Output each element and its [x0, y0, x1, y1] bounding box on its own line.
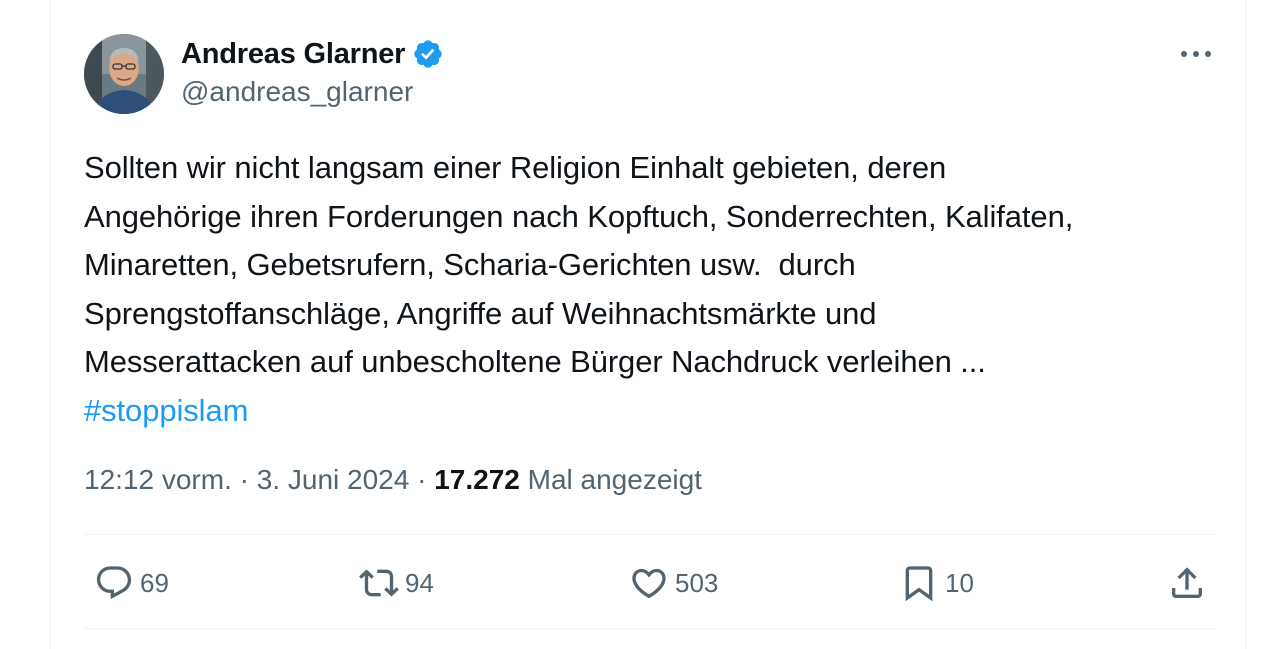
retweet-icon [359, 569, 399, 597]
tweet-text-line: Messerattacken auf unbescholtene Bürger … [84, 344, 986, 379]
share-button[interactable] [1167, 555, 1207, 611]
tweet-text: Sollten wir nicht langsam einer Religion… [84, 144, 1224, 435]
share-icon [1172, 567, 1202, 598]
tweet-meta: 12:12 vorm. · 3. Juni 2024 · 17.272 Mal … [84, 464, 702, 496]
hashtag-link[interactable]: #stoppislam [84, 387, 1224, 436]
view-count-label: Mal angezeigt [519, 464, 702, 495]
more-horizontal-icon [1181, 51, 1211, 57]
view-count: 17.272 [434, 464, 520, 495]
bookmark-count: 10 [945, 567, 974, 598]
divider-bottom [84, 628, 1215, 629]
author-handle[interactable]: @andreas_glarner [181, 76, 413, 108]
bookmark-icon [905, 566, 933, 602]
meta-separator: · [409, 464, 435, 495]
bookmark-button[interactable]: 10 [899, 555, 974, 611]
heart-icon [632, 568, 666, 599]
more-options-button[interactable] [1178, 38, 1214, 70]
tweet-text-line: Angehörige ihren Forderungen nach Kopftu… [84, 198, 1074, 234]
tweet-text-line: Sollten wir nicht langsam einer Religion… [84, 150, 947, 185]
author-display-name[interactable]: Andreas Glarner [181, 38, 405, 71]
avatar[interactable] [84, 34, 164, 114]
reply-count: 69 [140, 567, 169, 598]
meta-separator: · [231, 464, 257, 495]
tweet-text-line: Sprengstoffanschläge, Angriffe auf Weihn… [84, 295, 877, 331]
reply-button[interactable]: 69 [94, 555, 169, 611]
author-name-row: Andreas Glarner [181, 36, 444, 72]
verified-badge-icon[interactable] [412, 38, 444, 70]
tweet-text-line: Minaretten, Gebetsrufern, Scharia-Gerich… [84, 247, 856, 282]
like-count: 503 [675, 567, 719, 598]
tweet-time[interactable]: 12:12 vorm. [84, 464, 232, 495]
action-bar: 69 94 503 10 [84, 555, 1215, 611]
like-button[interactable]: 503 [629, 555, 718, 611]
tweet-date[interactable]: 3. Juni 2024 [257, 464, 410, 495]
tweet-card: Andreas Glarner @andreas_glarner Sollten… [50, 0, 1246, 649]
retweet-button[interactable]: 94 [359, 555, 434, 611]
reply-icon [96, 566, 132, 600]
divider-top [84, 534, 1215, 535]
retweet-count: 94 [405, 567, 434, 598]
avatar-image [84, 34, 164, 114]
